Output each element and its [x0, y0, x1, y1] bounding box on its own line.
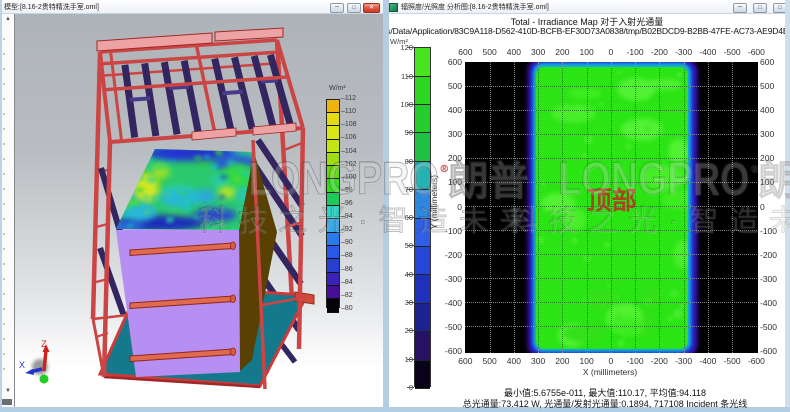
svg-text:X: X — [19, 360, 25, 370]
svg-text:Z: Z — [41, 339, 47, 349]
